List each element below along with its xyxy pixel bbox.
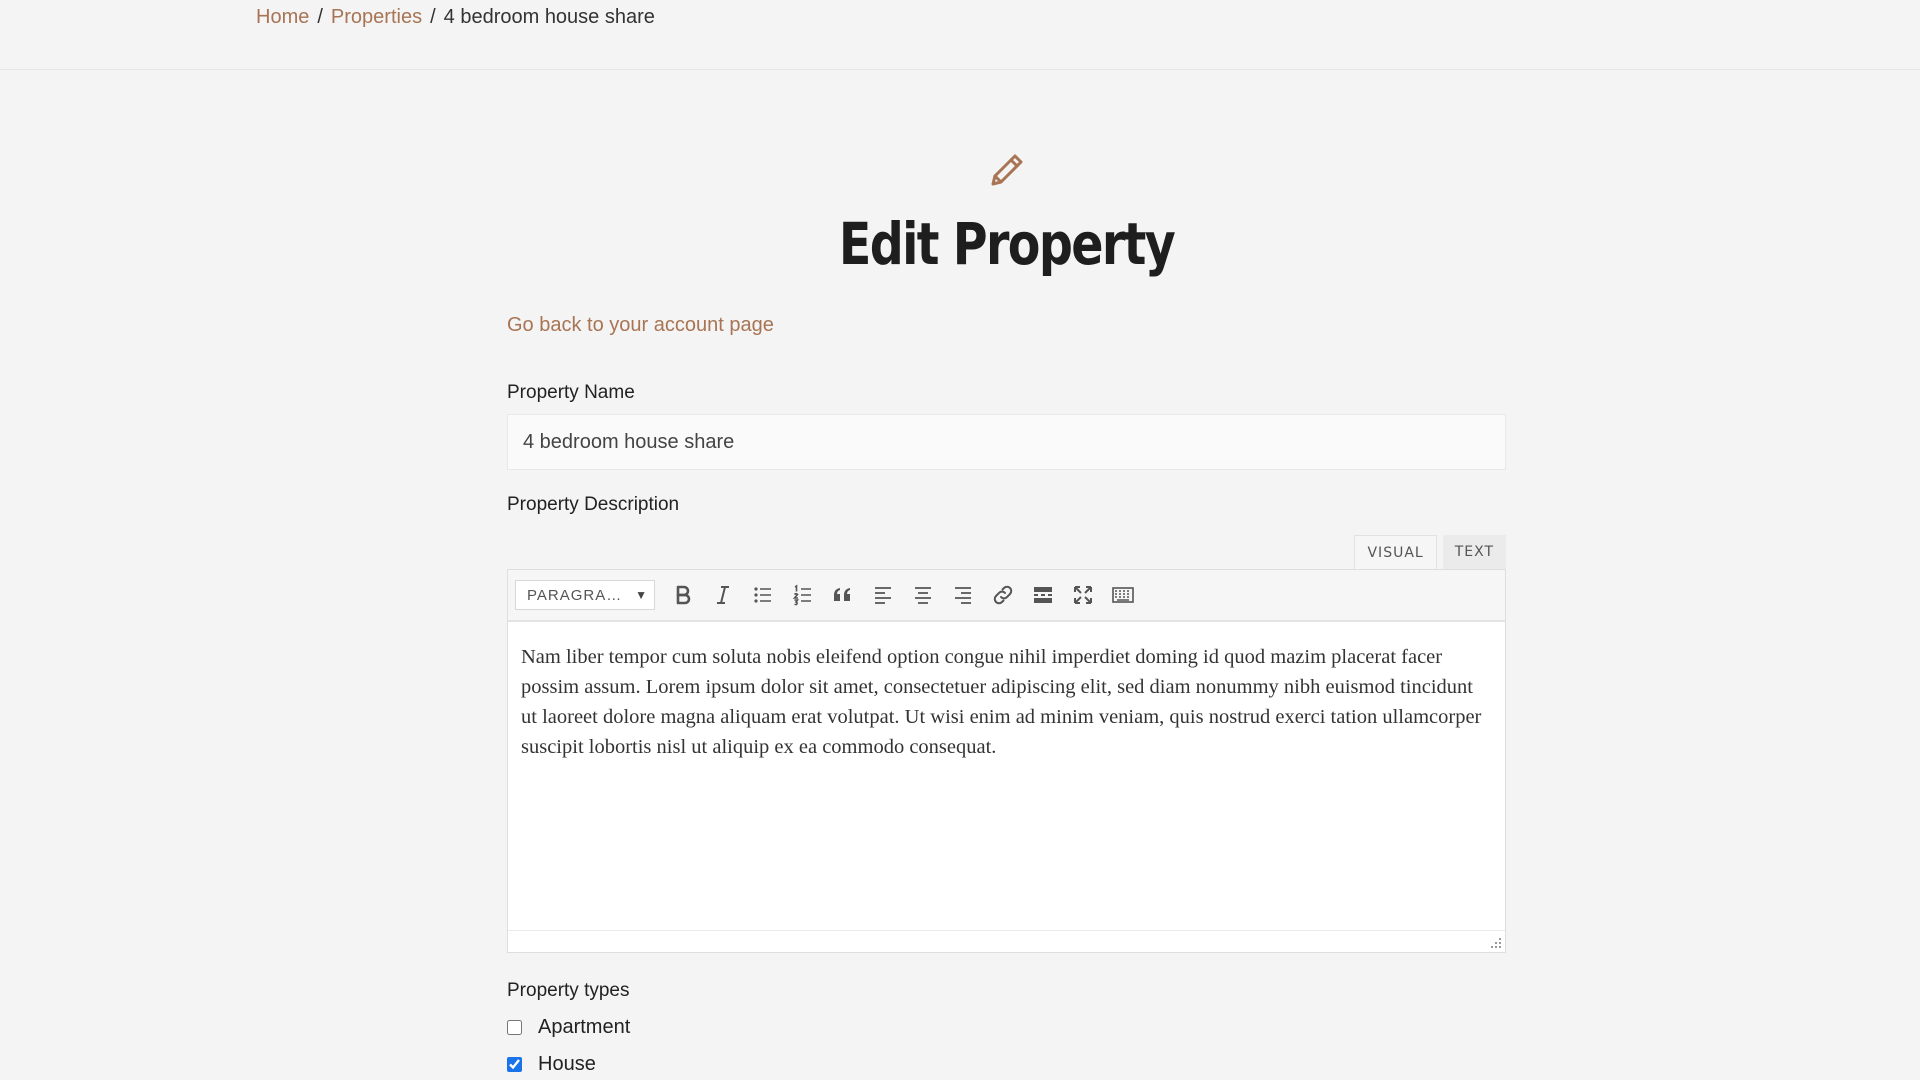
description-editor: PARAGRA… ▼ Nam liber tempor cum soluta n… — [507, 569, 1506, 953]
property-name-label: Property Name — [507, 382, 635, 403]
property-type-apartment: Apartment — [507, 1016, 630, 1039]
back-to-account-link[interactable]: Go back to your account page — [507, 314, 774, 337]
editor-content-area[interactable]: Nam liber tempor cum soluta nobis eleife… — [508, 622, 1505, 930]
property-name-input[interactable] — [507, 414, 1506, 470]
link-icon — [993, 585, 1013, 605]
property-type-house: House — [507, 1053, 596, 1076]
editor-tabs: VISUAL TEXT — [1354, 535, 1506, 569]
breadcrumb-current: 4 bedroom house share — [443, 6, 655, 28]
blockquote-button[interactable] — [823, 575, 863, 615]
apartment-checkbox[interactable] — [507, 1020, 522, 1035]
toolbar-toggle-button[interactable] — [1103, 575, 1143, 615]
breadcrumb-properties-link[interactable]: Properties — [331, 4, 422, 30]
bold-icon — [676, 585, 691, 605]
align-center-icon — [915, 587, 931, 604]
read-more-button[interactable] — [1023, 575, 1063, 615]
toolbar-toggle-icon — [1112, 587, 1134, 603]
read-more-icon — [1034, 587, 1052, 603]
property-description-label: Property Description — [507, 494, 680, 515]
house-checkbox[interactable] — [507, 1057, 522, 1072]
apartment-label: Apartment — [538, 1016, 631, 1038]
align-right-icon — [955, 587, 971, 604]
pencil-icon — [991, 154, 1023, 186]
align-center-button[interactable] — [903, 575, 943, 615]
numbered-list-icon — [792, 584, 811, 606]
format-select[interactable]: PARAGRA… ▼ — [515, 580, 655, 610]
bullet-list-button[interactable] — [743, 575, 783, 615]
fullscreen-button[interactable] — [1063, 575, 1103, 615]
tab-visual[interactable]: VISUAL — [1354, 535, 1437, 569]
insert-link-button[interactable] — [983, 575, 1023, 615]
format-select-value: PARAGRA… — [527, 586, 623, 604]
breadcrumb-separator: / — [430, 6, 436, 28]
align-left-icon — [875, 587, 891, 604]
property-types-label: Property types — [507, 980, 630, 1001]
breadcrumb-home-link[interactable]: Home — [256, 4, 309, 30]
breadcrumb: Home / Properties / 4 bedroom house shar… — [256, 4, 655, 30]
align-left-button[interactable] — [863, 575, 903, 615]
editor-toolbar: PARAGRA… ▼ — [508, 570, 1505, 622]
breadcrumb-separator: / — [317, 6, 323, 28]
editor-statusbar — [508, 930, 1505, 952]
breadcrumb-bar: Home / Properties / 4 bedroom house shar… — [0, 0, 1920, 70]
tab-text[interactable]: TEXT — [1442, 535, 1506, 569]
italic-button[interactable] — [703, 575, 743, 615]
bullet-list-icon — [754, 587, 771, 603]
house-label: House — [538, 1053, 596, 1075]
fullscreen-icon — [1074, 586, 1092, 604]
page-title: Edit Property — [838, 210, 1176, 278]
blockquote-icon — [834, 588, 850, 601]
italic-icon — [717, 586, 729, 604]
resize-handle-icon[interactable] — [1490, 937, 1502, 949]
numbered-list-button[interactable] — [783, 575, 823, 615]
align-right-button[interactable] — [943, 575, 983, 615]
chevron-down-icon: ▼ — [635, 588, 648, 602]
bold-button[interactable] — [663, 575, 703, 615]
